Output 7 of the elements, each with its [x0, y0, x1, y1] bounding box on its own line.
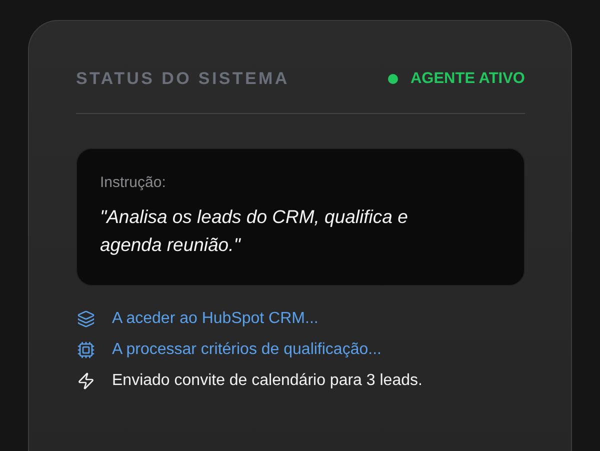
- step-text: A processar critérios de qualificação...: [112, 341, 382, 359]
- step-text: A aceder ao HubSpot CRM...: [112, 310, 318, 328]
- step-text: Enviado convite de calendário para 3 leads.: [112, 372, 422, 390]
- status-label: AGENTE ATIVO: [410, 70, 525, 88]
- instruction-text: "Analisa os leads do CRM, qualifica e agenda reunião.": [100, 205, 409, 257]
- panel-title: STATUS DO SISTEMA: [76, 69, 290, 89]
- instruction-label: Instrução:: [100, 174, 167, 191]
